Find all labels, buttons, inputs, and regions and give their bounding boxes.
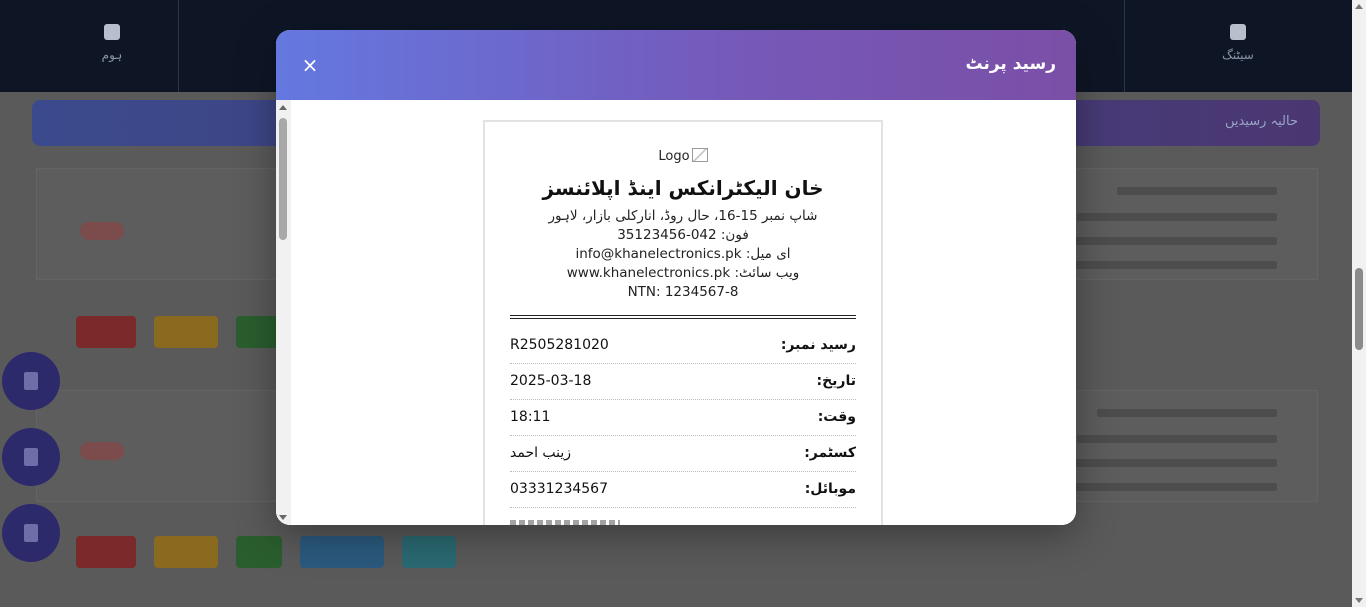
broken-image-icon xyxy=(691,148,708,162)
nav-divider xyxy=(178,0,179,92)
share-button[interactable] xyxy=(402,536,456,568)
field-value: 03331234567 xyxy=(510,481,608,497)
field-label: وقت: xyxy=(817,409,856,425)
shop-logo: Logo xyxy=(485,148,881,164)
field-value: 2025-03-18 xyxy=(510,373,592,389)
shop-ntn: NTN: 1234567-8 xyxy=(627,284,739,300)
delete-button[interactable] xyxy=(76,316,136,348)
field-label: رسید نمبر: xyxy=(780,337,856,353)
receipt-field-row: وقت: 18:11 xyxy=(510,400,856,436)
delete-button[interactable] xyxy=(76,536,136,568)
field-label: کسٹمر: xyxy=(804,445,856,461)
modal-title: رسید پرنٹ xyxy=(965,54,1056,74)
floating-action-button[interactable] xyxy=(2,504,60,562)
status-badge xyxy=(80,442,124,460)
divider xyxy=(510,318,856,319)
scroll-thumb[interactable] xyxy=(1355,268,1363,350)
home-icon xyxy=(104,24,120,40)
shop-website: ویب سائٹ: www.khanelectronics.pk xyxy=(566,265,800,281)
nav-item-settings[interactable]: سیٹنگ xyxy=(1208,18,1268,62)
close-button[interactable]: × xyxy=(300,55,320,75)
floating-action-button[interactable] xyxy=(2,428,60,486)
field-label: موبائل: xyxy=(804,481,856,497)
scroll-thumb[interactable] xyxy=(279,118,287,240)
view-button[interactable] xyxy=(236,536,282,568)
scroll-down-arrow[interactable] xyxy=(279,515,287,520)
field-value: 18:11 xyxy=(510,409,551,425)
edit-button[interactable] xyxy=(154,536,218,568)
page-scrollbar[interactable] xyxy=(1352,0,1366,607)
status-badge xyxy=(80,222,124,240)
close-icon: × xyxy=(301,53,319,77)
receipt-field-row: موبائل: 03331234567 xyxy=(510,472,856,508)
print-button[interactable] xyxy=(300,536,384,568)
receipt-field-row: رسید نمبر: R2505281020 xyxy=(510,328,856,364)
shop-phone: فون: 042-35123456 xyxy=(617,227,749,243)
scroll-up-arrow[interactable] xyxy=(279,105,287,110)
modal-scrollbar[interactable] xyxy=(276,100,291,525)
page-title: حالیہ رسیدیں xyxy=(1224,114,1298,129)
clipboard-icon xyxy=(24,372,38,390)
print-receipt-modal: × رسید پرنٹ Logo خان الیکٹرانکس اینڈ اپل… xyxy=(276,30,1076,525)
scroll-up-arrow[interactable] xyxy=(1355,4,1363,9)
nav-item-home[interactable]: ہوم xyxy=(82,18,142,62)
nav-divider xyxy=(1124,0,1125,92)
divider xyxy=(510,315,856,316)
floating-action-button[interactable] xyxy=(2,352,60,410)
settings-icon xyxy=(1230,24,1246,40)
edit-button[interactable] xyxy=(154,316,218,348)
field-label: تاریخ: xyxy=(816,373,856,389)
shop-email: ای میل: info@khanelectronics.pk xyxy=(575,246,791,262)
scroll-down-arrow[interactable] xyxy=(1355,598,1363,603)
modal-body: Logo خان الیکٹرانکس اینڈ اپلائنسز شاپ نم… xyxy=(276,100,1076,525)
field-value: R2505281020 xyxy=(510,337,609,353)
modal-header: × رسید پرنٹ xyxy=(276,30,1076,100)
clipped-row xyxy=(510,520,630,525)
shop-address: شاپ نمبر 15-16، حال روڈ، انارکلی بازار، … xyxy=(548,208,818,224)
lock-icon xyxy=(24,524,38,542)
field-value: زینب احمد xyxy=(510,445,572,461)
receipt-field-row: تاریخ: 2025-03-18 xyxy=(510,364,856,400)
receipt-field-row: کسٹمر: زینب احمد xyxy=(510,436,856,472)
shop-name: خان الیکٹرانکس اینڈ اپلائنسز xyxy=(542,176,824,200)
logo-alt-text: Logo xyxy=(658,149,690,164)
receipt: Logo خان الیکٹرانکس اینڈ اپلائنسز شاپ نم… xyxy=(483,120,883,525)
chart-icon xyxy=(24,448,38,466)
